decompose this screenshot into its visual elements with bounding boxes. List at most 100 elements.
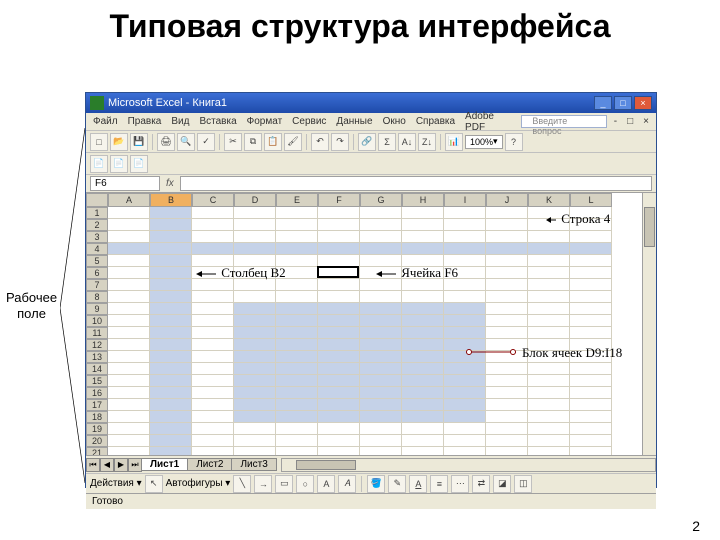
cell[interactable] [444,303,486,315]
cell[interactable] [192,447,234,455]
cell[interactable] [444,423,486,435]
column-header-F[interactable]: F [318,193,360,207]
cell[interactable] [444,231,486,243]
cell[interactable] [318,207,360,219]
sheet-tab-2[interactable]: Лист2 [187,458,232,471]
column-header-C[interactable]: C [192,193,234,207]
cell[interactable] [444,447,486,455]
cell[interactable] [486,399,528,411]
row-header-20[interactable]: 20 [86,435,108,447]
cell[interactable] [192,243,234,255]
cell[interactable] [402,399,444,411]
row-header-14[interactable]: 14 [86,363,108,375]
preview-icon[interactable]: 🔍 [177,133,195,151]
doc-close[interactable]: × [640,116,652,127]
cell[interactable] [402,411,444,423]
cell[interactable] [234,351,276,363]
cell[interactable] [108,399,150,411]
cell[interactable] [402,231,444,243]
cell[interactable] [276,399,318,411]
cell[interactable] [150,447,192,455]
worksheet-grid[interactable]: ABCDEFGHIJKL 123456789101112131415161718… [86,193,656,455]
cell[interactable] [528,303,570,315]
cell[interactable] [486,423,528,435]
cell[interactable] [402,303,444,315]
cell[interactable] [360,231,402,243]
cell[interactable] [150,255,192,267]
cell[interactable] [192,411,234,423]
cell[interactable] [528,387,570,399]
cell[interactable] [108,219,150,231]
cell[interactable] [108,351,150,363]
minimize-button[interactable]: _ [594,96,612,110]
cell[interactable] [192,327,234,339]
cell[interactable] [444,411,486,423]
cell[interactable] [234,219,276,231]
sheet-tab-1[interactable]: Лист1 [141,458,188,471]
cell[interactable] [276,351,318,363]
cell[interactable] [486,411,528,423]
cell[interactable] [234,291,276,303]
cell[interactable] [318,387,360,399]
cell[interactable] [318,351,360,363]
cell[interactable] [570,399,612,411]
row-header-11[interactable]: 11 [86,327,108,339]
column-header-K[interactable]: K [528,193,570,207]
cell[interactable] [570,267,612,279]
sheet-tab-3[interactable]: Лист3 [231,458,276,471]
cell[interactable] [192,351,234,363]
cell[interactable] [318,315,360,327]
pdf-icon-3[interactable]: 📄 [130,155,148,173]
cell[interactable] [360,351,402,363]
copy-icon[interactable]: ⧉ [244,133,262,151]
cell[interactable] [108,435,150,447]
cell[interactable] [444,207,486,219]
cell[interactable] [486,363,528,375]
arrow-style-icon[interactable]: ⇄ [472,475,490,493]
doc-minimize[interactable]: - [611,116,620,127]
fill-color-icon[interactable]: 🪣 [367,475,385,493]
cell[interactable] [486,303,528,315]
oval-icon[interactable]: ○ [296,475,314,493]
cell[interactable] [150,351,192,363]
print-icon[interactable]: 🖨 [157,133,175,151]
menu-tools[interactable]: Сервис [289,116,329,127]
maximize-button[interactable]: □ [614,96,632,110]
arrow-icon[interactable]: → [254,475,272,493]
cell[interactable] [192,375,234,387]
tab-nav-prev[interactable]: ◀ [100,458,114,472]
row-header-21[interactable]: 21 [86,447,108,455]
cell[interactable] [108,255,150,267]
cell[interactable] [276,327,318,339]
cell[interactable] [108,327,150,339]
cell[interactable] [276,411,318,423]
cell[interactable] [486,255,528,267]
row-header-16[interactable]: 16 [86,387,108,399]
cell[interactable] [402,291,444,303]
cell[interactable] [192,291,234,303]
cell[interactable] [444,399,486,411]
cell[interactable] [486,207,528,219]
cell[interactable] [234,315,276,327]
cell[interactable] [570,303,612,315]
column-header-E[interactable]: E [276,193,318,207]
cell[interactable] [108,279,150,291]
cell[interactable] [486,375,528,387]
cell[interactable] [318,291,360,303]
cell[interactable] [108,387,150,399]
cell[interactable] [486,243,528,255]
cell[interactable] [108,315,150,327]
cell[interactable] [570,375,612,387]
rect-icon[interactable]: ▭ [275,475,293,493]
menu-adobe-pdf[interactable]: Adobe PDF [462,111,517,133]
cell[interactable] [234,303,276,315]
cell[interactable] [444,243,486,255]
cell[interactable] [150,327,192,339]
line-style-icon[interactable]: ≡ [430,475,448,493]
cell[interactable] [108,375,150,387]
cell[interactable] [108,243,150,255]
cell[interactable] [402,243,444,255]
cell[interactable] [108,447,150,455]
cell[interactable] [108,423,150,435]
cell[interactable] [360,363,402,375]
